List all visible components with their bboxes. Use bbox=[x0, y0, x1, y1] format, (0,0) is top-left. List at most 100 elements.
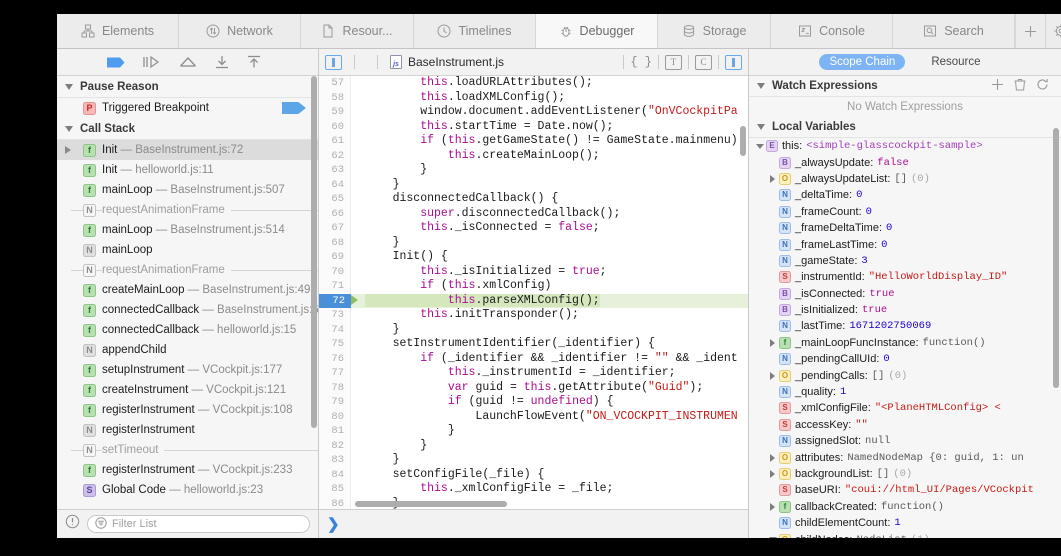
line-number[interactable]: 70 bbox=[319, 264, 351, 279]
code-editor[interactable]: 57 this.loadURLAttributes(); 58 this.load… bbox=[319, 76, 748, 509]
variable-row[interactable]: N _frameLastTime: 0 bbox=[749, 236, 1061, 252]
line-number[interactable]: 71 bbox=[319, 279, 351, 294]
chevron-down-icon[interactable] bbox=[766, 537, 779, 538]
chevron-right-icon[interactable] bbox=[766, 470, 779, 478]
toggle-navigation-sidebar-button[interactable] bbox=[325, 54, 342, 70]
editor-vertical-scrollbar[interactable] bbox=[740, 126, 746, 156]
variable-row[interactable]: B _isInitialized: true bbox=[749, 302, 1061, 318]
warnings-icon[interactable] bbox=[65, 514, 80, 534]
variable-row[interactable]: B _isConnected: true bbox=[749, 286, 1061, 302]
continue-button[interactable] bbox=[142, 55, 162, 69]
chevron-right-icon[interactable] bbox=[766, 371, 779, 380]
section-call-stack[interactable]: Call Stack bbox=[57, 118, 318, 140]
line-number[interactable]: 57 bbox=[319, 76, 351, 91]
settings-gear-button[interactable] bbox=[1045, 14, 1061, 48]
tab-search[interactable]: Search bbox=[893, 14, 1015, 48]
variable-row[interactable]: Oattributes: NamedNodeMap {0: guid, 1: un bbox=[749, 449, 1061, 465]
call-stack-frame[interactable]: f Init — helloworld.js:11 bbox=[57, 160, 318, 180]
section-pause-reason[interactable]: Pause Reason bbox=[57, 76, 318, 98]
line-number[interactable]: 76 bbox=[319, 351, 351, 366]
editor-horizontal-scrollbar[interactable] bbox=[355, 501, 507, 507]
toggle-breakpoints-button[interactable] bbox=[106, 56, 126, 69]
call-stack-frame[interactable]: NrequestAnimationFrame bbox=[57, 260, 318, 280]
chevron-right-icon[interactable] bbox=[65, 140, 71, 160]
chevron-right-icon[interactable] bbox=[766, 502, 779, 511]
add-tab-button[interactable] bbox=[1015, 14, 1045, 48]
breakpoint-pill-icon[interactable] bbox=[282, 102, 306, 114]
tab-scope-chain[interactable]: Scope Chain bbox=[819, 54, 906, 70]
line-number[interactable]: 59 bbox=[319, 105, 351, 120]
variable-row[interactable]: f callbackCreated: function() bbox=[749, 499, 1061, 515]
variable-row[interactable]: NchildElementCount: 1 bbox=[749, 515, 1061, 531]
line-number[interactable]: 67 bbox=[319, 221, 351, 236]
line-number[interactable]: 62 bbox=[319, 148, 351, 163]
call-stack-frame[interactable]: NrequestAnimationFrame bbox=[57, 200, 318, 220]
clear-watch-expressions-button[interactable] bbox=[1014, 78, 1026, 94]
tab-resources[interactable]: Resour... bbox=[301, 14, 414, 48]
line-number[interactable]: 84 bbox=[319, 467, 351, 482]
variable-row[interactable]: S _instrumentId: "HelloWorldDisplay_ID" bbox=[749, 269, 1061, 285]
tab-console[interactable]: Console bbox=[771, 14, 893, 48]
chevron-right-icon[interactable]: ❯ bbox=[327, 517, 340, 532]
line-number[interactable]: 73 bbox=[319, 308, 351, 323]
variable-row[interactable]: O _pendingCalls:[] (0) bbox=[749, 367, 1061, 383]
line-number[interactable]: 65 bbox=[319, 192, 351, 207]
tab-storage[interactable]: Storage bbox=[658, 14, 771, 48]
line-number[interactable]: 78 bbox=[319, 380, 351, 395]
line-number[interactable]: 75 bbox=[319, 337, 351, 352]
line-number[interactable]: 61 bbox=[319, 134, 351, 149]
pretty-print-button[interactable]: { } bbox=[630, 55, 652, 69]
variable-row[interactable]: OchildNodes: NodeList (1) bbox=[749, 531, 1061, 538]
call-stack-frame[interactable]: f mainLoop — BaseInstrument.js:507 bbox=[57, 180, 318, 200]
line-number[interactable]: 83 bbox=[319, 453, 351, 468]
call-stack-frame[interactable]: f connectedCallback — BaseInstrument.js:6… bbox=[57, 300, 318, 320]
add-watch-expression-button[interactable] bbox=[991, 78, 1004, 94]
line-number[interactable]: 82 bbox=[319, 438, 351, 453]
variable-row[interactable]: N _pendingCallUId: 0 bbox=[749, 351, 1061, 367]
call-stack-frame[interactable]: f registerInstrument — VCockpit.js:233 bbox=[57, 460, 318, 480]
line-number[interactable]: 68 bbox=[319, 235, 351, 250]
variable-row[interactable]: f _mainLoopFuncInstance: function() bbox=[749, 335, 1061, 351]
line-number[interactable]: 74 bbox=[319, 322, 351, 337]
section-watch-expressions[interactable]: Watch Expressions bbox=[749, 76, 1061, 97]
variable-row[interactable]: NassignedSlot: null bbox=[749, 433, 1061, 449]
variable-row[interactable]: N _deltaTime: 0 bbox=[749, 187, 1061, 203]
chevron-right-icon[interactable] bbox=[766, 338, 779, 347]
call-stack-frame[interactable]: S Global Code — helloworld.js:23 bbox=[57, 480, 318, 500]
call-stack-frame[interactable]: f Init — BaseInstrument.js:72 bbox=[57, 140, 318, 160]
call-stack-frame[interactable]: NregisterInstrument bbox=[57, 420, 318, 440]
details-sidebar-scrollbar[interactable] bbox=[1053, 128, 1059, 388]
step-into-button[interactable] bbox=[214, 55, 230, 69]
pause-reason-item[interactable]: P Triggered Breakpoint bbox=[57, 98, 318, 118]
variable-row[interactable]: Ethis: <simple-glasscockpit-sample> bbox=[749, 138, 1061, 154]
variable-row[interactable]: ObackgroundList:[] (0) bbox=[749, 466, 1061, 482]
call-stack-frame[interactable]: NsetTimeout bbox=[57, 440, 318, 460]
variable-row[interactable]: N _lastTime: 1671202750069 bbox=[749, 318, 1061, 334]
chevron-right-icon[interactable] bbox=[766, 174, 779, 183]
step-out-button[interactable] bbox=[246, 55, 262, 69]
line-number[interactable]: 69 bbox=[319, 250, 351, 265]
show-code-coverage-button[interactable]: C bbox=[695, 54, 712, 70]
line-number[interactable]: 63 bbox=[319, 163, 351, 178]
line-number[interactable]: 60 bbox=[319, 119, 351, 134]
line-number[interactable]: 72 bbox=[319, 293, 351, 308]
call-stack-frame[interactable]: f registerInstrument — VCockpit.js:108 bbox=[57, 400, 318, 420]
variable-row[interactable]: N _quality: 1 bbox=[749, 384, 1061, 400]
variable-row[interactable]: N _gameState: 3 bbox=[749, 253, 1061, 269]
chevron-right-icon[interactable] bbox=[766, 453, 779, 462]
call-stack-frame[interactable]: f mainLoop — BaseInstrument.js:514 bbox=[57, 220, 318, 240]
line-number[interactable]: 66 bbox=[319, 206, 351, 221]
step-over-button[interactable] bbox=[178, 55, 198, 69]
toggle-details-sidebar-button[interactable] bbox=[725, 54, 742, 70]
line-number[interactable]: 64 bbox=[319, 177, 351, 192]
tab-network[interactable]: Network bbox=[179, 14, 301, 48]
line-number[interactable]: 77 bbox=[319, 366, 351, 381]
line-number[interactable]: 86 bbox=[319, 496, 351, 509]
sidebar-scrollbar[interactable] bbox=[311, 76, 317, 428]
call-stack-frame[interactable]: NmainLoop bbox=[57, 240, 318, 260]
call-stack-frame[interactable]: f setupInstrument — VCockpit.js:177 bbox=[57, 360, 318, 380]
call-stack-frame[interactable]: f createInstrument — VCockpit.js:121 bbox=[57, 380, 318, 400]
variable-row[interactable]: S _xmlConfigFile: "<PlaneHTMLConfig> < bbox=[749, 400, 1061, 416]
line-number[interactable]: 80 bbox=[319, 409, 351, 424]
variable-row[interactable]: N _frameCount: 0 bbox=[749, 204, 1061, 220]
